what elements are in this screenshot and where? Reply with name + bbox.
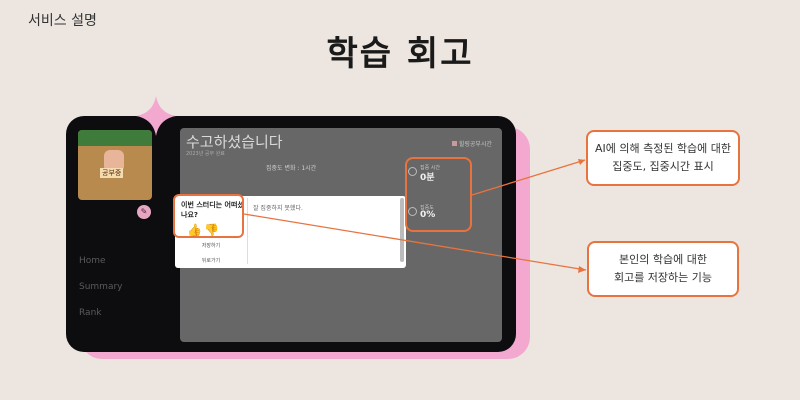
callout-stats: AI에 의해 측정된 학습에 대한 집중도, 집중시간 표시 [586,130,740,186]
connector-lines [243,159,587,273]
callout-line: 회고를 저장하는 기능 [613,271,713,284]
callout-reflection: 본인의 학습에 대한 회고를 저장하는 기능 [587,241,739,297]
callout-line: 집중도, 집중시간 표시 [612,160,714,173]
callout-line: 본인의 학습에 대한 [619,253,707,266]
callout-line: AI에 의해 측정된 학습에 대한 [594,142,732,155]
